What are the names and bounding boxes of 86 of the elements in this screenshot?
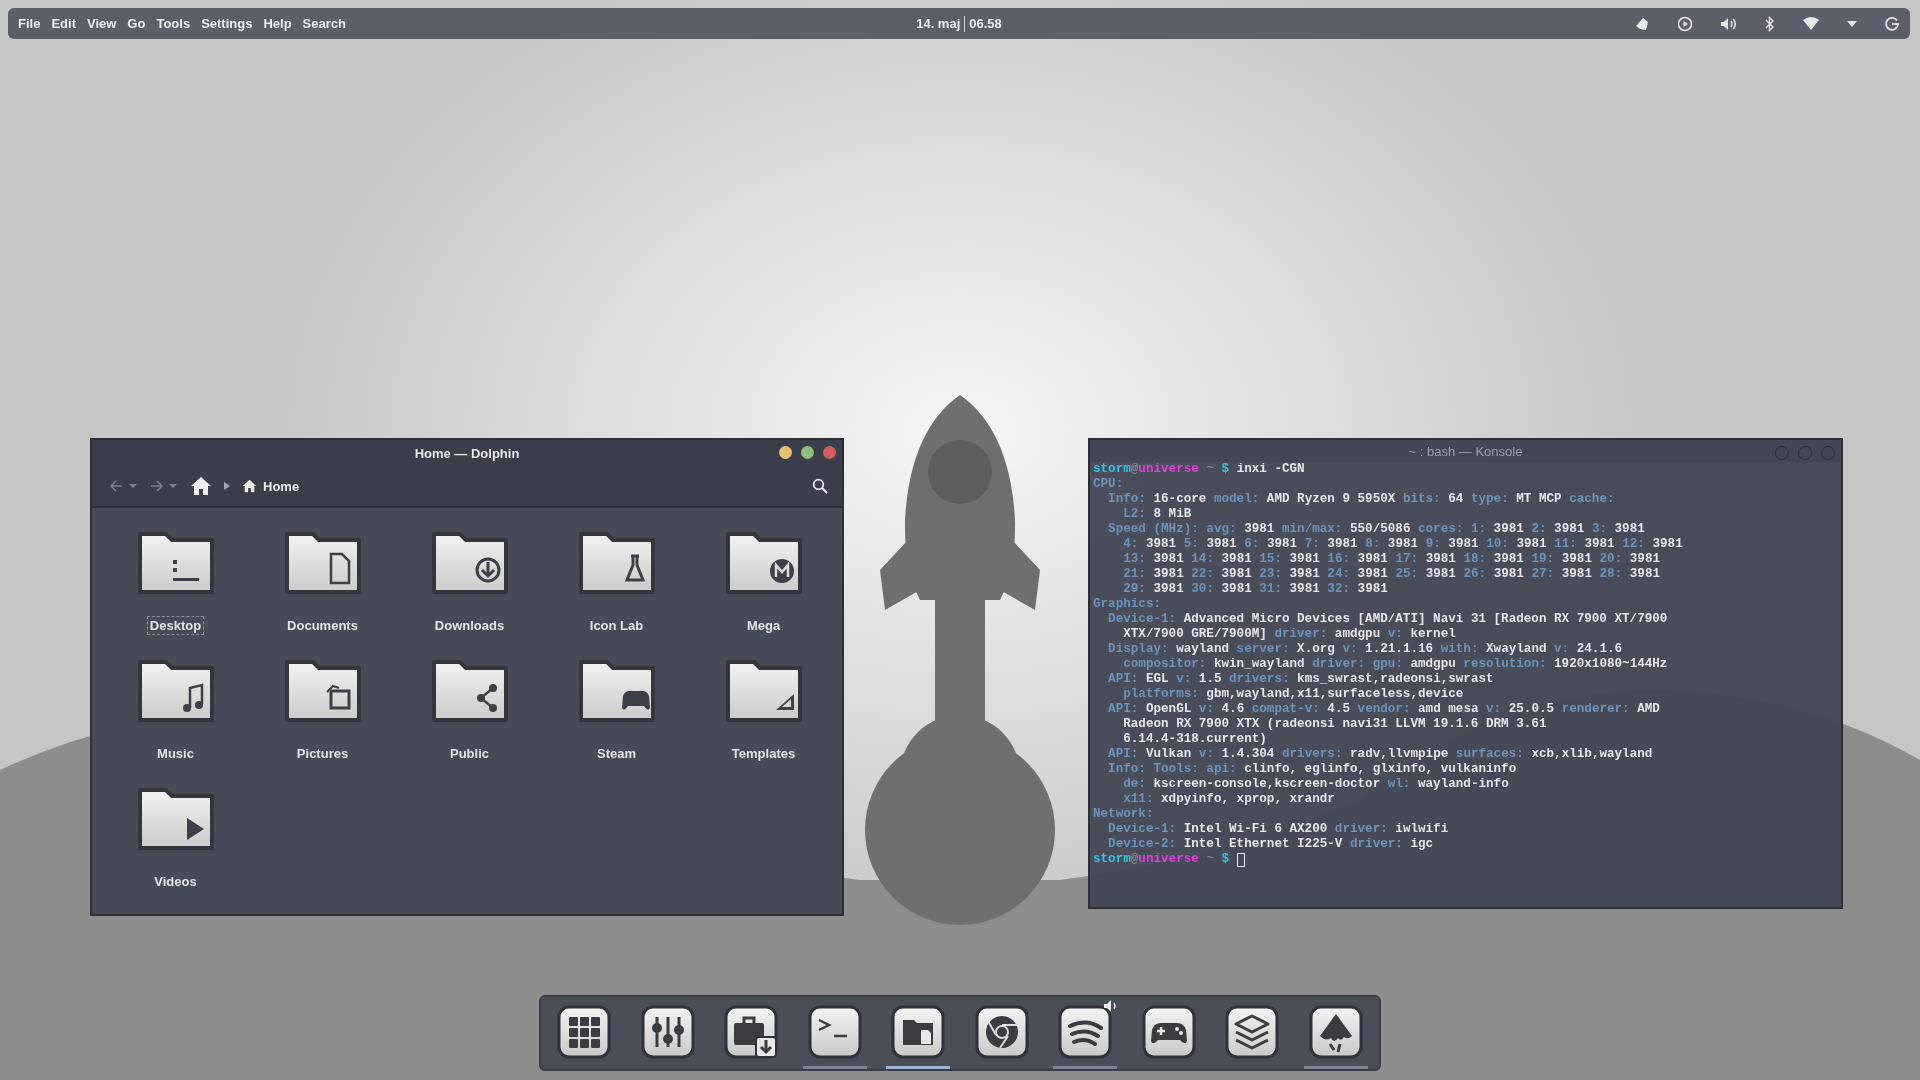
date-label: 14. maj xyxy=(916,16,961,31)
folder-label[interactable]: Music xyxy=(154,744,197,763)
layers-icon xyxy=(1224,1003,1281,1060)
gamepad-icon xyxy=(1140,1003,1197,1060)
menu-item[interactable]: Tools xyxy=(156,16,191,31)
terminal-line: Speed (MHz): avg: 3981 min/max: 550/5086 cores: 1: 3981 2: 3981 3: 3981 xyxy=(1107,522,1645,537)
terminal-line: storm@universe ~ $ xyxy=(1093,852,1230,867)
play-icon[interactable] xyxy=(1677,15,1693,32)
folder-label[interactable]: Public xyxy=(447,744,492,763)
menu-item[interactable]: View xyxy=(86,16,117,31)
terminal-line: Graphics: xyxy=(1093,597,1162,612)
maximize-button[interactable] xyxy=(801,446,814,459)
folder-icon[interactable] xyxy=(282,530,363,596)
folder-icon[interactable] xyxy=(723,530,804,596)
terminal-line: 6.14.4-318.current) xyxy=(1122,732,1267,747)
terminal-line: API: Vulkan v: 1.4.304 drivers: radv,llvmpipe surfaces: xcb,xlib,wayland xyxy=(1107,747,1653,762)
folder-icon[interactable] xyxy=(282,658,363,724)
terminal-line: compositor: kwin_wayland driver: gpu: amdgpu resolution: 1920x1080~144Hz xyxy=(1122,657,1668,672)
folder-icon xyxy=(890,1003,947,1060)
terminal-line: Device-1: Advanced Micro Devices [AMD/ATI] Navi 31 [Radeon RX 7900 XT/7900 xyxy=(1107,612,1668,627)
folder-label[interactable]: Desktop xyxy=(146,616,205,635)
minimize-button[interactable] xyxy=(779,446,792,459)
terminal-line: 21: 3981 22: 3981 23: 3981 24: 3981 25: 3981 26: 3981 27: 3981 28: 3981 xyxy=(1122,567,1661,582)
window-title: Home — Dolphin xyxy=(414,445,520,461)
terminal-line: L2: 8 MiB xyxy=(1122,507,1192,522)
menu-item[interactable]: Settings xyxy=(201,16,253,31)
waves-icon xyxy=(1057,1003,1114,1060)
time-label: 06.58 xyxy=(969,16,1002,31)
folder-icon[interactable] xyxy=(135,530,216,596)
terminal-line: Display: wayland server: X.org v: 1.21.1.16 with: Xwayland v: 24.1.6 xyxy=(1107,642,1623,657)
terminal-line: Info: Tools: api: clinfo, eglinfo, glxinfo, vulkaninfo xyxy=(1107,762,1517,777)
back-icon[interactable] xyxy=(110,480,138,493)
chevron-icon xyxy=(224,482,230,491)
close-button[interactable] xyxy=(823,446,836,459)
app-grid-icon xyxy=(556,1003,612,1060)
terminal-line: Radeon RX 7900 XTX (radeonsi navi31 LLVM 19.1.6 DRM 3.61 xyxy=(1122,717,1547,732)
terminal-line: Device-1: Intel Wi-Fi 6 AX200 driver: iwlwifi xyxy=(1107,822,1449,837)
folder-icon[interactable] xyxy=(135,786,216,852)
terminal-line: platforms: gbm,wayland,x11,surfaceless,device xyxy=(1122,687,1464,702)
menu-item[interactable]: Go xyxy=(127,16,146,31)
terminal-line: 29: 3981 30: 3981 31: 3981 32: 3981 xyxy=(1122,582,1388,597)
folder-icon[interactable] xyxy=(429,530,510,596)
folder-label[interactable]: Pictures xyxy=(293,744,352,763)
folder-label[interactable]: Steam xyxy=(594,744,639,763)
folder-icon[interactable] xyxy=(576,658,657,724)
home-icon[interactable] xyxy=(190,476,212,497)
folder-icon[interactable] xyxy=(135,658,216,724)
terminal-line: 4: 3981 5: 3981 6: 3981 7: 3981 8: 3981 9: 3981 10: 3981 11: 3981 12: 3981 xyxy=(1122,537,1683,552)
mountain-icon xyxy=(1307,1003,1364,1060)
menu-item[interactable]: Search xyxy=(302,16,346,31)
menu-item[interactable]: File xyxy=(18,16,41,31)
folder-label[interactable]: Downloads xyxy=(431,616,508,635)
terminal-line: de: kscreen-console,kscreen-doctor wl: wayland-info xyxy=(1122,777,1509,792)
terminal-line: 13: 3981 14: 3981 15: 3981 16: 3981 17: 3981 18: 3981 19: 3981 20: 3981 xyxy=(1122,552,1661,567)
terminal-line: storm@universe ~ $ inxi -CGN xyxy=(1093,462,1305,477)
briefcase-download-icon xyxy=(723,1003,780,1060)
folder-label[interactable]: Videos xyxy=(151,872,200,891)
search-icon[interactable] xyxy=(812,478,828,495)
folder-icon[interactable] xyxy=(723,658,804,724)
menu-item[interactable]: Edit xyxy=(51,16,76,31)
terminal-line: Device-2: Intel Ethernet I225-V driver: igc xyxy=(1107,837,1434,852)
wifi-icon[interactable] xyxy=(1802,16,1820,31)
ring-icon xyxy=(973,1003,1030,1060)
caret-icon[interactable] xyxy=(1847,20,1857,27)
folder-icon[interactable] xyxy=(429,658,510,724)
terminal-line: Network: xyxy=(1093,807,1154,822)
folder-label[interactable]: Templates xyxy=(728,744,799,763)
volume-icon[interactable] xyxy=(1720,16,1738,31)
folder-label[interactable]: Mega xyxy=(743,616,784,635)
terminal-line: XTX/7900 GRE/7900M] driver: amdgpu v: kernel xyxy=(1122,627,1456,642)
breadcrumb-item[interactable]: Home xyxy=(242,478,300,494)
sliders-icon xyxy=(639,1003,696,1060)
terminal-line: API: OpenGL v: 4.6 compat-v: 4.5 vendor: amd mesa v: 25.0.5 renderer: AMD xyxy=(1107,702,1660,717)
forward-icon[interactable] xyxy=(150,480,178,493)
terminal-icon xyxy=(806,1003,863,1060)
terminal-line: API: EGL v: 1.5 drivers: kms_swrast,radeonsi,swrast xyxy=(1107,672,1494,687)
folder-label[interactable]: Icon Lab xyxy=(586,616,647,635)
home-icon xyxy=(242,479,257,494)
terminal-line: Info: 16-core model: AMD Ryzen 9 5950X bits: 64 type: MT MCP cache: xyxy=(1107,492,1615,507)
folder-label[interactable]: Documents xyxy=(284,616,361,635)
window-title: ~ : bash — Konsole xyxy=(1408,443,1523,459)
menu-item[interactable]: Help xyxy=(263,16,292,31)
terminal-line: CPU: xyxy=(1093,477,1124,492)
terminal-line: x11: xdpyinfo, xprop, xrandr xyxy=(1122,792,1335,807)
folder-icon[interactable] xyxy=(576,530,657,596)
bluetooth-icon[interactable] xyxy=(1765,15,1775,32)
